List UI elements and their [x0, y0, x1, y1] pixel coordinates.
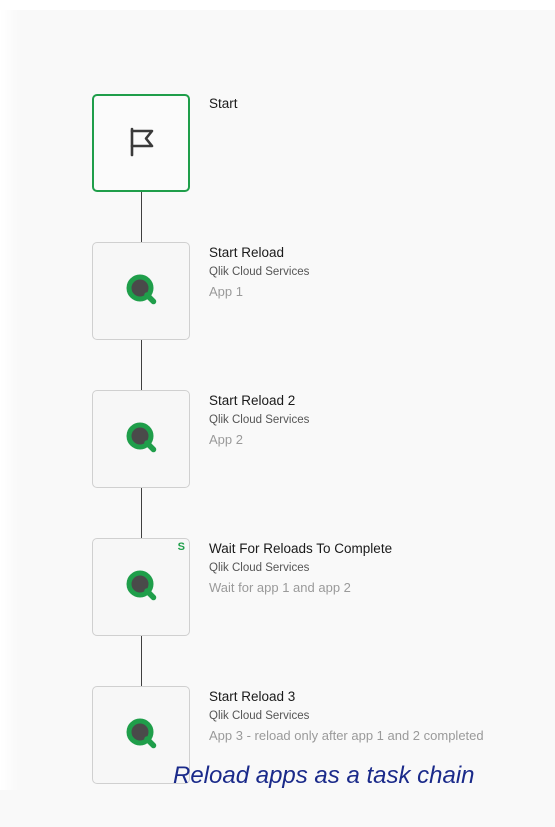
node-title: Start Reload — [209, 245, 285, 260]
connector-line — [141, 340, 142, 391]
flag-icon — [121, 121, 161, 166]
node-service: Qlik Cloud Services — [209, 414, 310, 426]
canvas-top-edge — [0, 0, 555, 10]
start-reload-node[interactable] — [92, 242, 190, 340]
qlik-icon — [124, 716, 158, 755]
status-badge: S — [177, 541, 185, 553]
start-reload-3-node-info: Start Reload 3 Qlik Cloud Services App 3… — [209, 688, 484, 745]
node-description: Wait for app 1 and app 2 — [209, 580, 351, 595]
image-caption: Reload apps as a task chain — [173, 762, 475, 789]
qlik-icon — [124, 568, 158, 607]
canvas-left-edge — [0, 0, 18, 790]
node-title: Start Reload 2 — [209, 393, 296, 408]
connector-line — [141, 191, 142, 243]
start-reload-2-node[interactable] — [92, 390, 190, 488]
node-description: App 2 — [209, 432, 243, 447]
node-service: Qlik Cloud Services — [209, 710, 310, 722]
node-title: Wait For Reloads To Complete — [209, 541, 393, 556]
flow-canvas: Start Start Reload Qlik Cloud Services A… — [0, 0, 555, 827]
qlik-icon — [124, 420, 158, 459]
node-description: App 1 — [209, 284, 243, 299]
start-node-info: Start — [209, 95, 238, 113]
wait-for-reloads-node-info: Wait For Reloads To Complete Qlik Cloud … — [209, 540, 392, 597]
wait-for-reloads-node[interactable]: S — [92, 538, 190, 636]
qlik-icon — [124, 272, 158, 311]
node-service: Qlik Cloud Services — [209, 266, 310, 278]
node-description: App 3 - reload only after app 1 and 2 co… — [209, 728, 484, 743]
connector-line — [141, 488, 142, 539]
connector-line — [141, 636, 142, 687]
node-title: Start Reload 3 — [209, 689, 296, 704]
start-reload-node-info: Start Reload Qlik Cloud Services App 1 — [209, 244, 309, 301]
start-reload-2-node-info: Start Reload 2 Qlik Cloud Services App 2 — [209, 392, 309, 449]
node-title: Start — [209, 96, 238, 111]
start-node[interactable] — [92, 94, 190, 192]
node-service: Qlik Cloud Services — [209, 562, 310, 574]
